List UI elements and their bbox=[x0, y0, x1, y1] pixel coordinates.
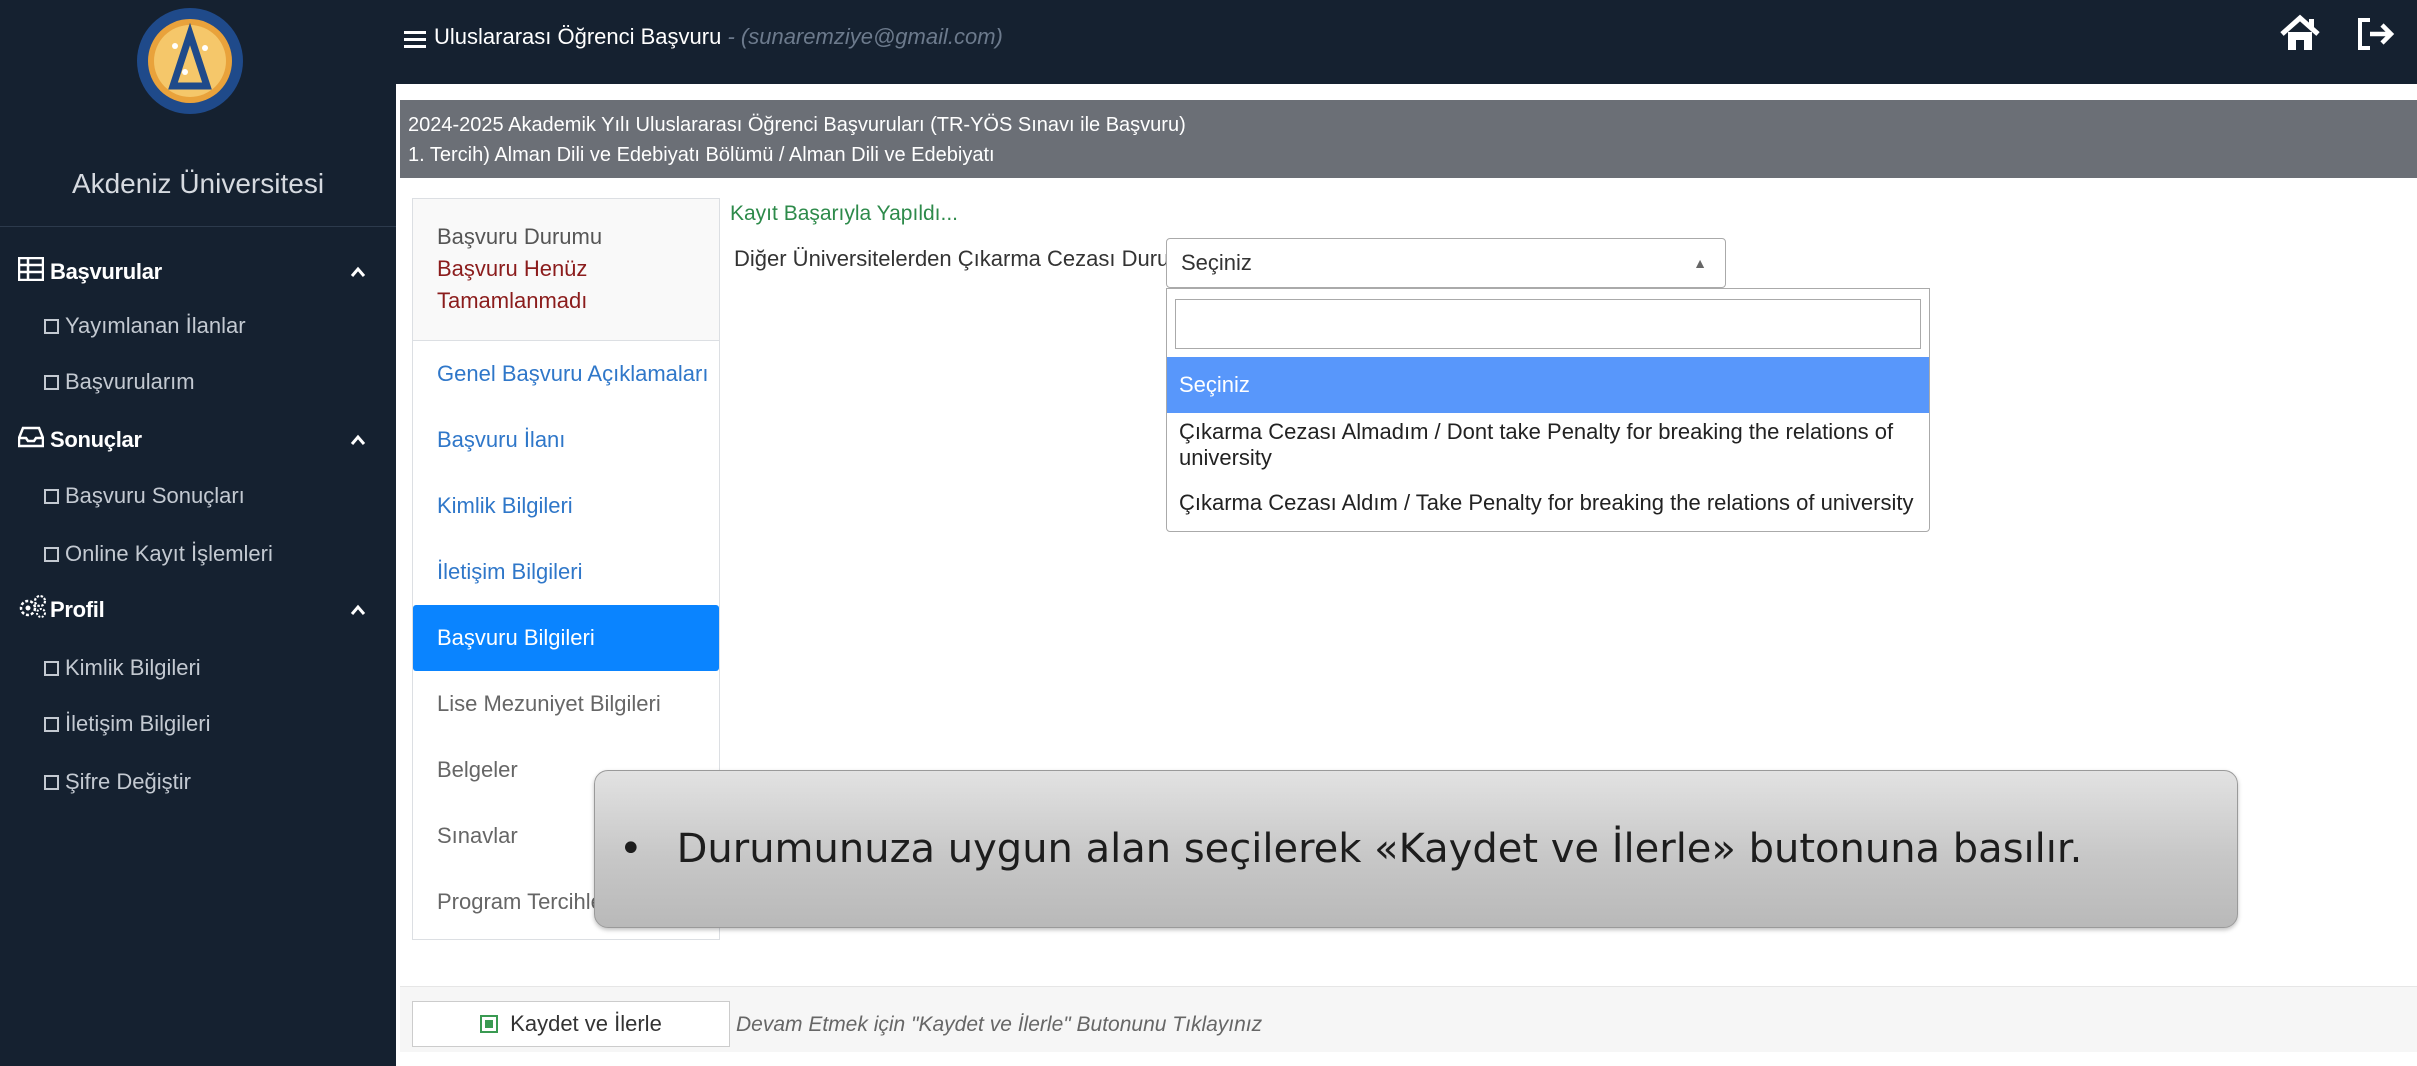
footer-hint: Devam Etmek için "Kaydet ve İlerle" Buto… bbox=[736, 1013, 1263, 1036]
save-icon bbox=[480, 1015, 499, 1033]
nav-section-label: Sonuçlar bbox=[50, 427, 142, 452]
logout-icon[interactable] bbox=[2356, 16, 2396, 56]
tab-kimlik-bilgileri[interactable]: Kimlik Bilgileri bbox=[413, 473, 719, 539]
table-icon bbox=[0, 256, 45, 288]
application-header: 2024-2025 Akademik Yılı Uluslararası Öğr… bbox=[400, 100, 2417, 178]
user-email: - (sunaremziye@gmail.com) bbox=[721, 24, 1003, 49]
status-label: Başvuru Durumu bbox=[437, 224, 603, 249]
dropdown-option[interactable]: Çıkarma Cezası Almadım / Dont take Penal… bbox=[1167, 417, 1929, 473]
chevron-up-icon[interactable] bbox=[350, 430, 366, 451]
sidebar-item-label: Yayımlanan İlanlar bbox=[65, 313, 246, 338]
sidebar-item-online-kayit[interactable]: Online Kayıt İşlemleri bbox=[44, 534, 273, 574]
sidebar-item-label: Başvurularım bbox=[65, 369, 195, 394]
tab-lise-mezuniyet-bilgileri[interactable]: Lise Mezuniyet Bilgileri bbox=[413, 671, 719, 737]
sidebar-item-label: Kimlik Bilgileri bbox=[65, 655, 201, 680]
square-icon bbox=[44, 318, 59, 334]
square-icon bbox=[44, 716, 59, 732]
callout-text: Durumunuza uygun alan seçilerek «Kaydet … bbox=[676, 826, 2083, 872]
save-and-continue-button[interactable]: Kaydet ve İlerle bbox=[412, 1001, 730, 1047]
select-value: Seçiniz bbox=[1181, 250, 1252, 275]
sidebar-item-iletisim-bilgileri[interactable]: İletişim Bilgileri bbox=[44, 704, 210, 744]
dropdown-search-input[interactable] bbox=[1175, 299, 1921, 349]
square-icon bbox=[44, 660, 59, 676]
status-value: Başvuru Henüz Tamamlanmadı bbox=[437, 256, 588, 313]
sidebar-item-basvuru-sonuclari[interactable]: Başvuru Sonuçları bbox=[44, 476, 245, 516]
caret-up-icon: ▲ bbox=[1693, 255, 1707, 271]
nav-section-basvurular[interactable]: Başvurular bbox=[0, 246, 396, 298]
nav-section-label: Profil bbox=[50, 597, 105, 622]
sidebar-item-label: Başvuru Sonuçları bbox=[65, 483, 245, 508]
university-name: Akdeniz Üniversitesi bbox=[71, 168, 325, 199]
nav-section-label: Başvurular bbox=[50, 259, 162, 284]
square-icon bbox=[44, 546, 59, 562]
top-bar: Uluslararası Öğrenci Başvuru - (sunaremz… bbox=[396, 0, 2417, 84]
success-message: Kayıt Başarıyla Yapıldı... bbox=[730, 202, 959, 225]
sidebar-item-kimlik-bilgileri[interactable]: Kimlik Bilgileri bbox=[44, 648, 201, 688]
sidebar-item-label: Online Kayıt İşlemleri bbox=[65, 541, 273, 566]
penalty-status-label: Diğer Üniversitelerden Çıkarma Cezası Du… bbox=[734, 246, 1200, 271]
app-title: Uluslararası Öğrenci Başvuru - (sunaremz… bbox=[434, 24, 1003, 50]
hamburger-menu-icon[interactable] bbox=[404, 24, 426, 56]
form-footer: Kaydet ve İlerle Devam Etmek için "Kayde… bbox=[400, 986, 2417, 1052]
sidebar-item-basvurularim[interactable]: Başvurularım bbox=[44, 362, 195, 402]
dropdown-option[interactable]: Seçiniz bbox=[1167, 357, 1929, 413]
application-status: Başvuru Durumu Başvuru Henüz Tamamlanmad… bbox=[413, 199, 719, 341]
tab-genel-basvuru-aciklamalari[interactable]: Genel Başvuru Açıklamaları bbox=[413, 341, 719, 407]
square-icon bbox=[44, 374, 59, 390]
tab-iletisim-bilgileri[interactable]: İletişim Bilgileri bbox=[413, 539, 719, 605]
tab-basvuru-ilani[interactable]: Başvuru İlanı bbox=[413, 407, 719, 473]
select-dropdown: Seçiniz Çıkarma Cezası Almadım / Dont ta… bbox=[1166, 288, 1930, 532]
sidebar-item-label: Şifre Değiştir bbox=[65, 769, 191, 794]
nav-section-profil[interactable]: Profil bbox=[0, 584, 396, 636]
instruction-callout: • Durumunuza uygun alan seçilerek «Kayde… bbox=[594, 770, 2238, 928]
sidebar-item-label: İletişim Bilgileri bbox=[65, 711, 211, 736]
sidebar-item-yayimlanan-ilanlar[interactable]: Yayımlanan İlanlar bbox=[44, 306, 246, 346]
chevron-up-icon[interactable] bbox=[350, 600, 366, 621]
square-icon bbox=[44, 774, 59, 790]
university-seal-icon bbox=[135, 6, 245, 116]
sidebar: Akdeniz Üniversitesi Başvurular Yayımlan… bbox=[0, 0, 396, 1066]
home-icon[interactable] bbox=[2278, 14, 2322, 58]
sidebar-item-sifre-degistir[interactable]: Şifre Değiştir bbox=[44, 762, 191, 802]
save-button-label: Kaydet ve İlerle bbox=[510, 1011, 662, 1036]
application-header-line1: 2024-2025 Akademik Yılı Uluslararası Öğr… bbox=[408, 114, 1186, 136]
nav-section-sonuclar[interactable]: Sonuçlar bbox=[0, 414, 396, 466]
square-icon bbox=[44, 488, 59, 504]
callout-bullet: • bbox=[619, 826, 643, 872]
tab-basvuru-bilgileri[interactable]: Başvuru Bilgileri bbox=[413, 605, 719, 671]
inbox-icon bbox=[0, 426, 45, 455]
sidebar-divider bbox=[0, 226, 396, 227]
dropdown-option[interactable]: Çıkarma Cezası Aldım / Take Penalty for … bbox=[1167, 475, 1929, 531]
gears-icon bbox=[0, 594, 47, 627]
chevron-up-icon[interactable] bbox=[350, 262, 366, 283]
app-page: Akdeniz Üniversitesi Başvurular Yayımlan… bbox=[0, 0, 2417, 1066]
application-header-line2: 1. Tercih) Alman Dili ve Edebiyatı Bölüm… bbox=[408, 144, 995, 166]
app-title-text: Uluslararası Öğrenci Başvuru bbox=[434, 24, 722, 49]
penalty-status-select[interactable]: Seçiniz ▲ bbox=[1166, 238, 1726, 288]
